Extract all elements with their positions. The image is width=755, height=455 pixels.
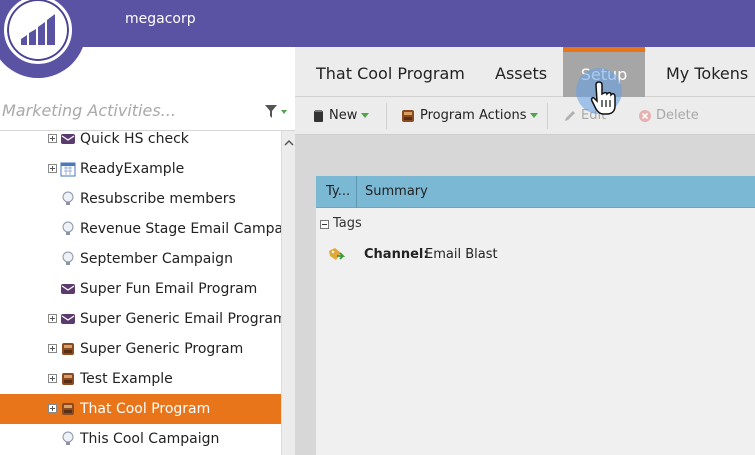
tag-key: Channel: — [364, 247, 429, 262]
default-program-icon — [62, 403, 74, 415]
expand-icon[interactable] — [48, 404, 57, 413]
tree-item-resubscribe-members[interactable]: Resubscribe members — [0, 184, 281, 214]
email-program-icon — [61, 314, 75, 324]
dropdown-arrow-icon — [530, 113, 539, 118]
tree-item-this-cool-campaign[interactable]: This Cool Campaign — [0, 424, 281, 454]
email-program-icon — [61, 134, 75, 144]
tree-item-super-generic-program[interactable]: Super Generic Program — [0, 334, 281, 364]
default-program-icon — [62, 343, 74, 355]
tree-item-label: Super Fun Email Program — [80, 281, 258, 297]
tree-item-readyexample[interactable]: ReadyExample — [0, 154, 281, 184]
marketing-activities-tree: Quick HS check ReadyExample Resubscribe … — [0, 131, 281, 455]
delete-label: Delete — [656, 108, 699, 123]
program-actions-icon — [402, 109, 414, 122]
program-actions-label: Program Actions — [420, 108, 527, 123]
tree-item-september-campaign[interactable]: September Campaign — [0, 244, 281, 274]
tree-item-label: That Cool Program — [80, 401, 211, 417]
hand-cursor-icon — [590, 81, 616, 115]
logo-bars-icon — [4, 0, 72, 64]
program-actions-button[interactable]: Program Actions — [400, 97, 539, 135]
tree-item-label: Resubscribe members — [80, 191, 236, 207]
tree-item-revenue-stage-email-campaign[interactable]: Revenue Stage Email Campaign — [0, 214, 281, 244]
column-header-type[interactable]: Ty... — [326, 176, 350, 208]
dropdown-arrow-icon — [361, 113, 370, 118]
tree-item-label: Quick HS check — [80, 131, 189, 147]
expand-icon[interactable] — [48, 164, 57, 173]
column-divider[interactable] — [356, 176, 357, 208]
new-icon — [314, 109, 323, 122]
pencil-icon — [565, 110, 575, 121]
default-program-icon — [62, 373, 74, 385]
tree-item-that-cool-program[interactable]: That Cool Program — [0, 394, 281, 424]
tree-item-super-fun-email-program[interactable]: Super Fun Email Program — [0, 274, 281, 304]
group-row-tags: Tags — [316, 210, 755, 238]
new-button[interactable]: New — [313, 97, 370, 135]
toolbar: New Program Actions Edit Delete — [295, 97, 755, 135]
table-row[interactable]: Channel: Email Blast — [316, 240, 755, 270]
campaign-lightbulb-icon — [62, 221, 74, 235]
collapse-icon[interactable] — [320, 220, 329, 229]
tab-that-cool-program[interactable]: That Cool Program — [316, 47, 465, 97]
org-name[interactable]: megacorp — [125, 11, 196, 27]
tree-item-quick-hs-check[interactable]: Quick HS check — [0, 131, 281, 154]
tree-item-label: This Cool Campaign — [80, 431, 220, 447]
delete-icon — [639, 109, 651, 122]
search-input[interactable]: Marketing Activities... — [2, 101, 176, 120]
tag-value: Email Blast — [425, 247, 498, 262]
tree-scrollbar[interactable] — [281, 131, 295, 455]
delete-button[interactable]: Delete — [638, 97, 699, 135]
tree-item-label: Super Generic Email Program — [80, 311, 281, 327]
top-bar: megacorp — [0, 0, 755, 47]
event-calendar-icon — [60, 162, 76, 177]
filter-icon[interactable] — [263, 103, 289, 121]
toolbar-divider — [386, 103, 387, 129]
tree-item-label: Revenue Stage Email Campaign — [80, 221, 281, 237]
tab-my-tokens[interactable]: My Tokens — [666, 47, 748, 97]
tab-assets[interactable]: Assets — [495, 47, 547, 97]
campaign-lightbulb-icon — [62, 431, 74, 445]
tab-bar: That Cool Program Assets Setup My Tokens — [295, 47, 755, 97]
campaign-lightbulb-icon — [62, 191, 74, 205]
tree-item-label: Test Example — [80, 371, 173, 387]
tree-item-label: September Campaign — [80, 251, 233, 267]
tree-item-super-generic-email-program[interactable]: Super Generic Email Program — [0, 304, 281, 334]
group-label: Tags — [333, 216, 362, 231]
campaign-lightbulb-icon — [62, 251, 74, 265]
expand-icon[interactable] — [48, 134, 57, 143]
tree-item-label: ReadyExample — [80, 161, 185, 177]
scroll-up-icon[interactable] — [284, 139, 294, 147]
expand-icon[interactable] — [48, 344, 57, 353]
tree-item-test-example[interactable]: Test Example — [0, 364, 281, 394]
grid-header: Ty... Summary — [316, 176, 755, 208]
column-header-summary[interactable]: Summary — [365, 176, 428, 208]
toolbar-divider — [547, 103, 548, 129]
expand-icon[interactable] — [48, 374, 57, 383]
email-program-icon — [61, 284, 75, 294]
expand-icon[interactable] — [48, 314, 57, 323]
tree-item-label: Super Generic Program — [80, 341, 244, 357]
new-label: New — [329, 108, 358, 123]
tag-icon — [329, 248, 346, 260]
